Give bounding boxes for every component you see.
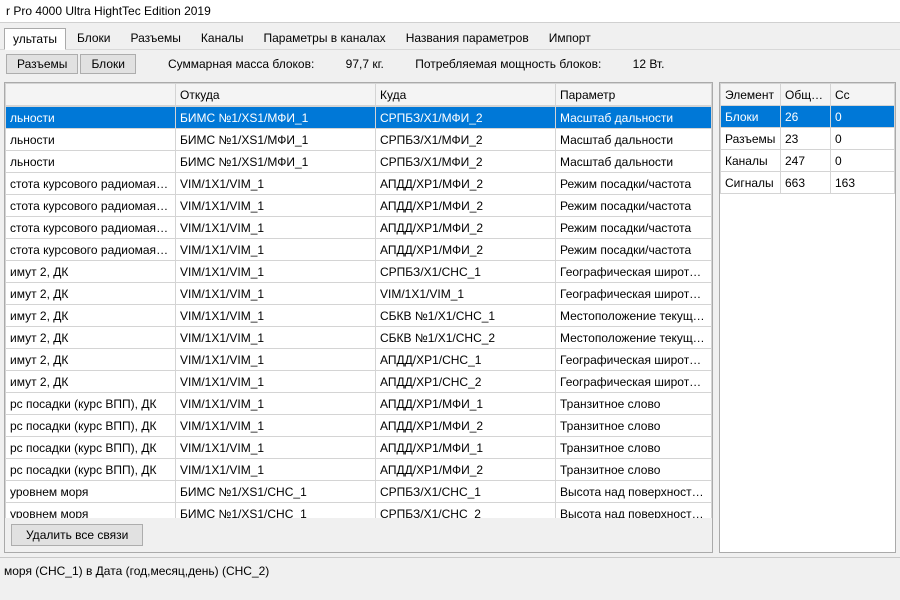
window-title: r Pro 4000 Ultra HightTec Edition 2019 [0, 0, 900, 23]
table-row[interactable]: имут 2, ДКVIM/1X1/VIM_1СБКВ №1/X1/СНС_1М… [6, 305, 712, 327]
col-header[interactable] [6, 84, 176, 106]
tab-0[interactable]: ультаты [4, 28, 66, 50]
main-table[interactable]: ОткудаКудаПараметр [5, 83, 712, 106]
table-row[interactable]: рс посадки (курс ВПП), ДКVIM/1X1/VIM_1АП… [6, 393, 712, 415]
table-row[interactable]: имут 2, ДКVIM/1X1/VIM_1АПДД/XP1/СНС_1Гео… [6, 349, 712, 371]
summary-panel: ЭлементОбщее к-воСс Блоки260Разъемы230Ка… [719, 82, 896, 553]
tab-5[interactable]: Названия параметров [397, 27, 538, 49]
table-row[interactable]: имут 2, ДКVIM/1X1/VIM_1АПДД/XP1/СНС_2Гео… [6, 371, 712, 393]
table-row[interactable]: имут 2, ДКVIM/1X1/VIM_1VIM/1X1/VIM_1Геог… [6, 283, 712, 305]
table-row[interactable]: имут 2, ДКVIM/1X1/VIM_1СРПБЗ/X1/СНС_1Гео… [6, 261, 712, 283]
delete-all-button[interactable]: Удалить все связи [11, 524, 143, 546]
table-row[interactable]: стота курсового радиомаяка ILS…VIM/1X1/V… [6, 195, 712, 217]
tab-3[interactable]: Каналы [192, 27, 253, 49]
tab-2[interactable]: Разъемы [121, 27, 189, 49]
summary-table[interactable]: ЭлементОбщее к-воСс Блоки260Разъемы230Ка… [720, 83, 895, 194]
tab-1[interactable]: Блоки [68, 27, 120, 49]
power-value: 12 Вт. [633, 57, 665, 71]
col-header[interactable]: Элемент [721, 84, 781, 106]
table-row[interactable]: рс посадки (курс ВПП), ДКVIM/1X1/VIM_1АП… [6, 459, 712, 481]
table-row[interactable]: стота курсового радиомаяка ILS…VIM/1X1/V… [6, 217, 712, 239]
tab-6[interactable]: Импорт [540, 27, 600, 49]
table-row[interactable]: льностиБИМС №1/XS1/МФИ_1СРПБЗ/X1/МФИ_2Ма… [6, 107, 712, 129]
table-row[interactable]: Разъемы230 [721, 128, 895, 150]
table-row[interactable]: Каналы2470 [721, 150, 895, 172]
col-header[interactable]: Сс [831, 84, 895, 106]
mass-label: Суммарная масса блоков: [168, 57, 314, 71]
table-row[interactable]: рс посадки (курс ВПП), ДКVIM/1X1/VIM_1АП… [6, 415, 712, 437]
status-bar: моря (СНС_1) в Дата (год,месяц,день) (СН… [0, 557, 900, 600]
subtab-connectors[interactable]: Разъемы [6, 54, 78, 74]
table-row[interactable]: уровнем моряБИМС №1/XS1/СНС_1СРПБЗ/X1/СН… [6, 481, 712, 503]
table-row[interactable]: имут 2, ДКVIM/1X1/VIM_1СБКВ №1/X1/СНС_2М… [6, 327, 712, 349]
table-row[interactable]: стота курсового радиомаяка ILS…VIM/1X1/V… [6, 239, 712, 261]
table-row[interactable]: рс посадки (курс ВПП), ДКVIM/1X1/VIM_1АП… [6, 437, 712, 459]
power-label: Потребляемая мощность блоков: [415, 57, 601, 71]
table-row[interactable]: Блоки260 [721, 106, 895, 128]
table-row[interactable]: льностиБИМС №1/XS1/МФИ_1СРПБЗ/X1/МФИ_2Ма… [6, 151, 712, 173]
table-row[interactable]: льностиБИМС №1/XS1/МФИ_1СРПБЗ/X1/МФИ_2Ма… [6, 129, 712, 151]
sub-toolbar: Разъемы Блоки Суммарная масса блоков: 97… [0, 49, 900, 78]
table-row[interactable]: Сигналы663163 [721, 172, 895, 194]
col-header[interactable]: Куда [376, 84, 556, 106]
tab-4[interactable]: Параметры в каналах [255, 27, 395, 49]
primary-tabs: ультатыБлокиРазъемыКаналыПараметры в кан… [0, 23, 900, 49]
col-header[interactable]: Общее к-во [781, 84, 831, 106]
table-row[interactable]: уровнем моряБИМС №1/XS1/СНС_1СРПБЗ/X1/СН… [6, 503, 712, 519]
mass-value: 97,7 кг. [346, 57, 384, 71]
subtab-blocks[interactable]: Блоки [80, 54, 136, 74]
col-header[interactable]: Параметр [556, 84, 712, 106]
main-table-panel: ОткудаКудаПараметр льностиБИМС №1/XS1/МФ… [4, 82, 713, 553]
table-row[interactable]: стота курсового радиомаяка ILS…VIM/1X1/V… [6, 173, 712, 195]
col-header[interactable]: Откуда [176, 84, 376, 106]
